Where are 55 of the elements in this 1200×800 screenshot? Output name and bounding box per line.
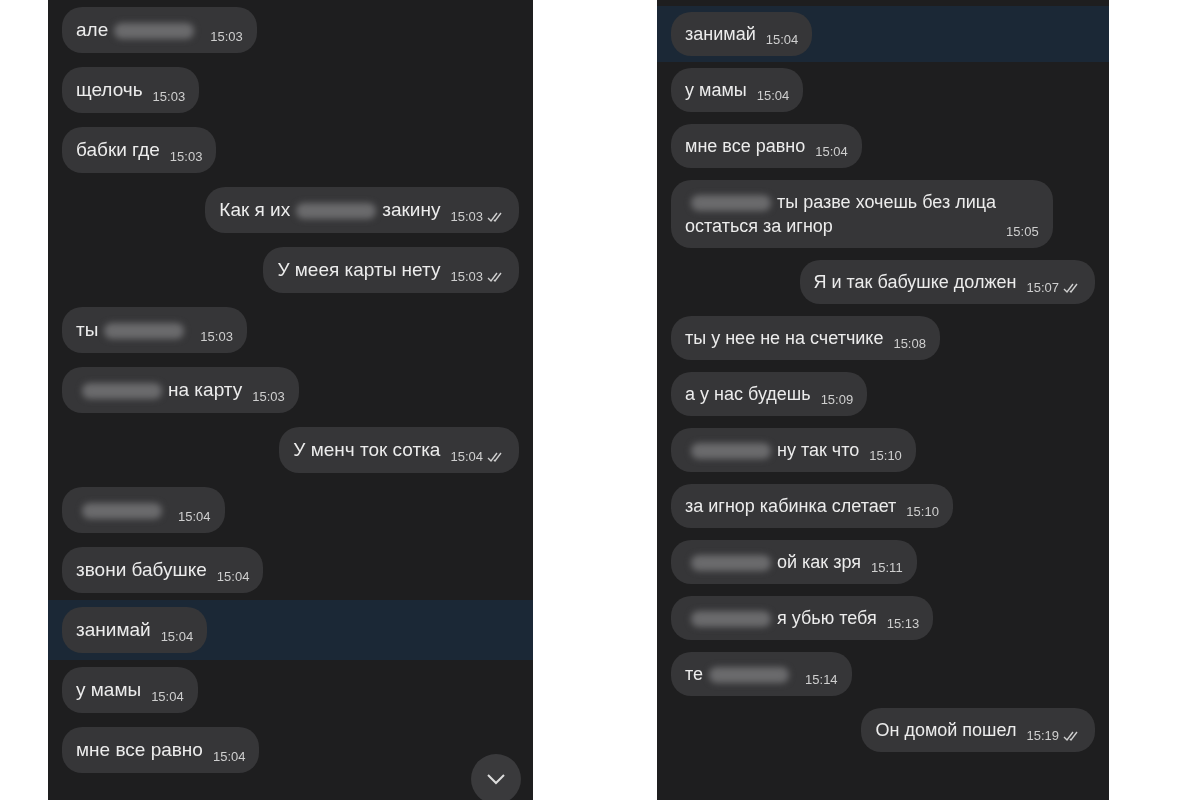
message-time: 15:03 [152,89,186,105]
message-time: 15:14 [805,672,838,688]
message-time: 15:03 [169,149,203,165]
message-time: 15:09 [820,392,854,408]
message-text: Я и так бабушке должен [813,272,1017,292]
message-text: занимай [76,619,151,640]
message-time: 15:05 [1006,224,1039,240]
message-time: 15:11 [871,560,903,576]
message-time: 15:04 [756,88,790,104]
message-text: ты [76,319,99,340]
message-text: мне все равно [685,136,806,156]
message-text: у мамы [685,80,747,100]
message-time: 15:04 [815,144,848,160]
message-text: але [76,19,109,40]
message-text: ты у нее не на счетчике [685,328,884,348]
message-text: У менч ток сотка [293,439,441,460]
message-text: занимай [685,24,756,44]
scroll-down-button[interactable] [471,754,521,800]
message-text: ой как зря [777,552,862,572]
message-time: 15:04 [216,569,250,585]
message-time: 15:13 [886,616,920,632]
message-text: я убью тебя [777,608,877,628]
message-time: 15:19 [1026,728,1059,744]
message-time: 15:03 [450,269,483,285]
message-time: 15:03 [200,329,233,345]
message-text: ты разве хочешь без лица [777,192,997,212]
message-time: 15:04 [178,509,211,525]
message-time: 15:03 [210,29,243,45]
message-text: щелочь [76,79,143,100]
message-text: те [685,664,704,684]
message-time: 15:08 [893,336,926,352]
message-time: 15:04 [450,449,483,465]
message-time: 15:04 [212,749,246,765]
message-time: 15:04 [160,629,194,645]
message-text: У меея карты нету [277,259,441,280]
message-text: у мамы [76,679,142,700]
message-text: а у нас будешь [685,384,811,404]
message-time: 15:03 [252,389,285,405]
message-text: закину [382,199,441,220]
message-text: Он домой пошел [875,720,1017,740]
chevron-down-icon [486,773,506,785]
message-time: 15:07 [1026,280,1059,296]
message-text: за игнор кабинка слетает [685,496,897,516]
message-time: 15:10 [906,504,939,520]
message-time: 15:10 [869,448,902,464]
message-time: 15:04 [765,32,799,48]
message-text: бабки где [76,139,160,160]
message-text: остаться за игнор [685,216,833,236]
message-text: мне все равно [76,739,203,760]
message-text: звони бабушке [76,559,207,580]
message-time: 15:04 [151,689,184,705]
message-text: на карту [168,379,243,400]
message-time: 15:03 [450,209,483,225]
message-text: ну так что [777,440,860,460]
message-text: Как я их [219,199,291,220]
